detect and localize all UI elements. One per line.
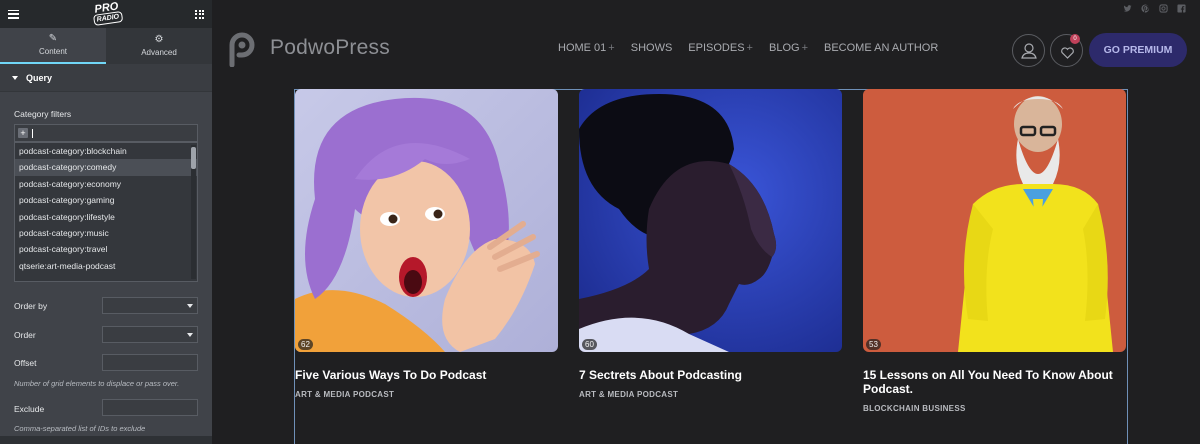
post-image-yellow-suit-man[interactable]: 53 <box>863 89 1126 352</box>
nav-item-home-01[interactable]: HOME 01 + <box>558 42 615 54</box>
query-section-toggle[interactable]: Query <box>0 64 212 92</box>
exclude-input[interactable] <box>102 399 198 416</box>
user-icon <box>1021 43 1037 59</box>
nav-item-become-an-author[interactable]: BECOME AN AUTHOR <box>824 42 938 54</box>
submenu-plus-icon: + <box>608 42 615 54</box>
post-category[interactable]: BLOCKCHAIN BUSINESS <box>863 404 1126 413</box>
category-filters-input[interactable]: + <box>14 124 198 142</box>
go-premium-button[interactable]: GO PREMIUM <box>1089 33 1187 67</box>
editor-panel: PRO RADIO ✎ Content ⚙ Advanced Query Cat… <box>0 0 212 444</box>
submenu-plus-icon: + <box>801 42 808 54</box>
category-option[interactable]: qtserie:art-media-podcast <box>15 258 197 274</box>
podwopress-logo-icon[interactable] <box>228 31 256 67</box>
post-card[interactable]: 53 15 Lessons on All You Need To Know Ab… <box>863 89 1126 413</box>
apps-grid-icon[interactable] <box>195 9 204 19</box>
caret-down-icon <box>12 75 18 80</box>
hamburger-menu-icon[interactable] <box>8 9 19 19</box>
category-options-dropdown: podcast-category:blockchain podcast-categ… <box>14 142 198 282</box>
scrollbar-thumb[interactable] <box>191 147 196 169</box>
exclude-hint: Comma-separated list of IDs to exclude <box>14 424 146 433</box>
offset-input[interactable] <box>102 354 198 371</box>
exclude-label: Exclude <box>14 404 45 414</box>
tab-advanced[interactable]: ⚙ Advanced <box>106 28 212 64</box>
nav-item-label: HOME 01 <box>558 42 607 54</box>
site-preview: PodwoPress HOME 01 + SHOWS EPISODES + BLOG + BE… <box>212 0 1200 444</box>
nav-item-label: SHOWS <box>630 42 673 54</box>
text-cursor <box>32 128 33 138</box>
site-brand-name[interactable]: PodwoPress <box>270 36 390 60</box>
pro-radio-logo: PRO RADIO <box>91 0 123 26</box>
favorites-count-badge: 0 <box>1070 34 1080 44</box>
panel-topbar: PRO RADIO <box>0 0 212 28</box>
post-card[interactable]: 60 7 Sectrets About Podcasting ART & MED… <box>579 89 842 399</box>
nav-item-label: BLOG <box>768 42 800 54</box>
social-bar <box>212 0 1200 18</box>
site-header: PodwoPress HOME 01 + SHOWS EPISODES + BLOG + BE… <box>212 28 1200 72</box>
panel-footer <box>0 436 212 444</box>
post-count-badge: 60 <box>582 339 597 350</box>
nav-item-episodes[interactable]: EPISODES + <box>688 42 753 54</box>
order-by-select[interactable] <box>102 297 198 314</box>
gear-icon: ⚙ <box>154 34 164 45</box>
favorites-button[interactable]: 0 <box>1050 34 1083 67</box>
account-button[interactable] <box>1012 34 1045 67</box>
post-image-man-profile-blue[interactable]: 60 <box>579 89 842 352</box>
post-title[interactable]: 15 Lessons on All You Need To Know About… <box>863 368 1126 396</box>
twitter-icon[interactable] <box>1123 4 1132 13</box>
order-select[interactable] <box>102 326 198 343</box>
nav-item-shows[interactable]: SHOWS <box>631 42 673 54</box>
nav-item-label: BECOME AN AUTHOR <box>824 42 939 54</box>
tab-advanced-label: Advanced <box>141 48 177 57</box>
chevron-down-icon <box>187 333 193 337</box>
category-option[interactable]: podcast-category:music <box>15 225 197 241</box>
post-category[interactable]: ART & MEDIA PODCAST <box>579 390 842 399</box>
category-option[interactable]: podcast-category:gaming <box>15 192 197 208</box>
nav-item-label: EPISODES <box>688 42 745 54</box>
order-by-label: Order by <box>14 301 48 311</box>
add-tag-icon[interactable]: + <box>18 128 28 138</box>
tab-content-label: Content <box>38 47 68 56</box>
facebook-icon[interactable] <box>1177 4 1186 13</box>
post-category[interactable]: ART & MEDIA PODCAST <box>295 390 558 399</box>
offset-label: Offset <box>14 358 37 368</box>
post-image-purple-hair-woman[interactable]: 62 <box>295 89 558 352</box>
dropdown-scrollbar[interactable] <box>191 145 196 279</box>
category-option[interactable]: podcast-category:lifestyle <box>15 209 197 225</box>
tab-content[interactable]: ✎ Content <box>0 28 106 64</box>
category-option[interactable]: podcast-category:economy <box>15 176 197 192</box>
pinterest-icon[interactable] <box>1141 4 1150 13</box>
submenu-plus-icon: + <box>746 42 753 54</box>
category-option[interactable]: podcast-category:comedy <box>15 159 197 176</box>
category-filters-label: Category filters <box>14 109 72 119</box>
pencil-icon: ✎ <box>48 33 58 44</box>
post-card[interactable]: 62 Five Various Ways To Do Podcast ART &… <box>295 89 558 399</box>
post-count-badge: 53 <box>866 339 881 350</box>
category-option[interactable]: podcast-category:blockchain <box>15 143 197 159</box>
post-title[interactable]: 7 Sectrets About Podcasting <box>579 368 842 382</box>
instagram-icon[interactable] <box>1159 4 1168 13</box>
post-title[interactable]: Five Various Ways To Do Podcast <box>295 368 558 382</box>
category-option[interactable]: podcast-category:travel <box>15 241 197 257</box>
panel-tabs: ✎ Content ⚙ Advanced <box>0 28 212 64</box>
nav-item-blog[interactable]: BLOG + <box>769 42 808 54</box>
offset-hint: Number of grid elements to displace or p… <box>14 379 180 388</box>
section-title: Query <box>26 72 53 83</box>
main-nav: HOME 01 + SHOWS EPISODES + BLOG + BECOME AN AUT… <box>558 42 938 54</box>
order-label: Order <box>14 330 36 340</box>
chevron-down-icon <box>187 304 193 308</box>
post-count-badge: 62 <box>298 339 313 350</box>
